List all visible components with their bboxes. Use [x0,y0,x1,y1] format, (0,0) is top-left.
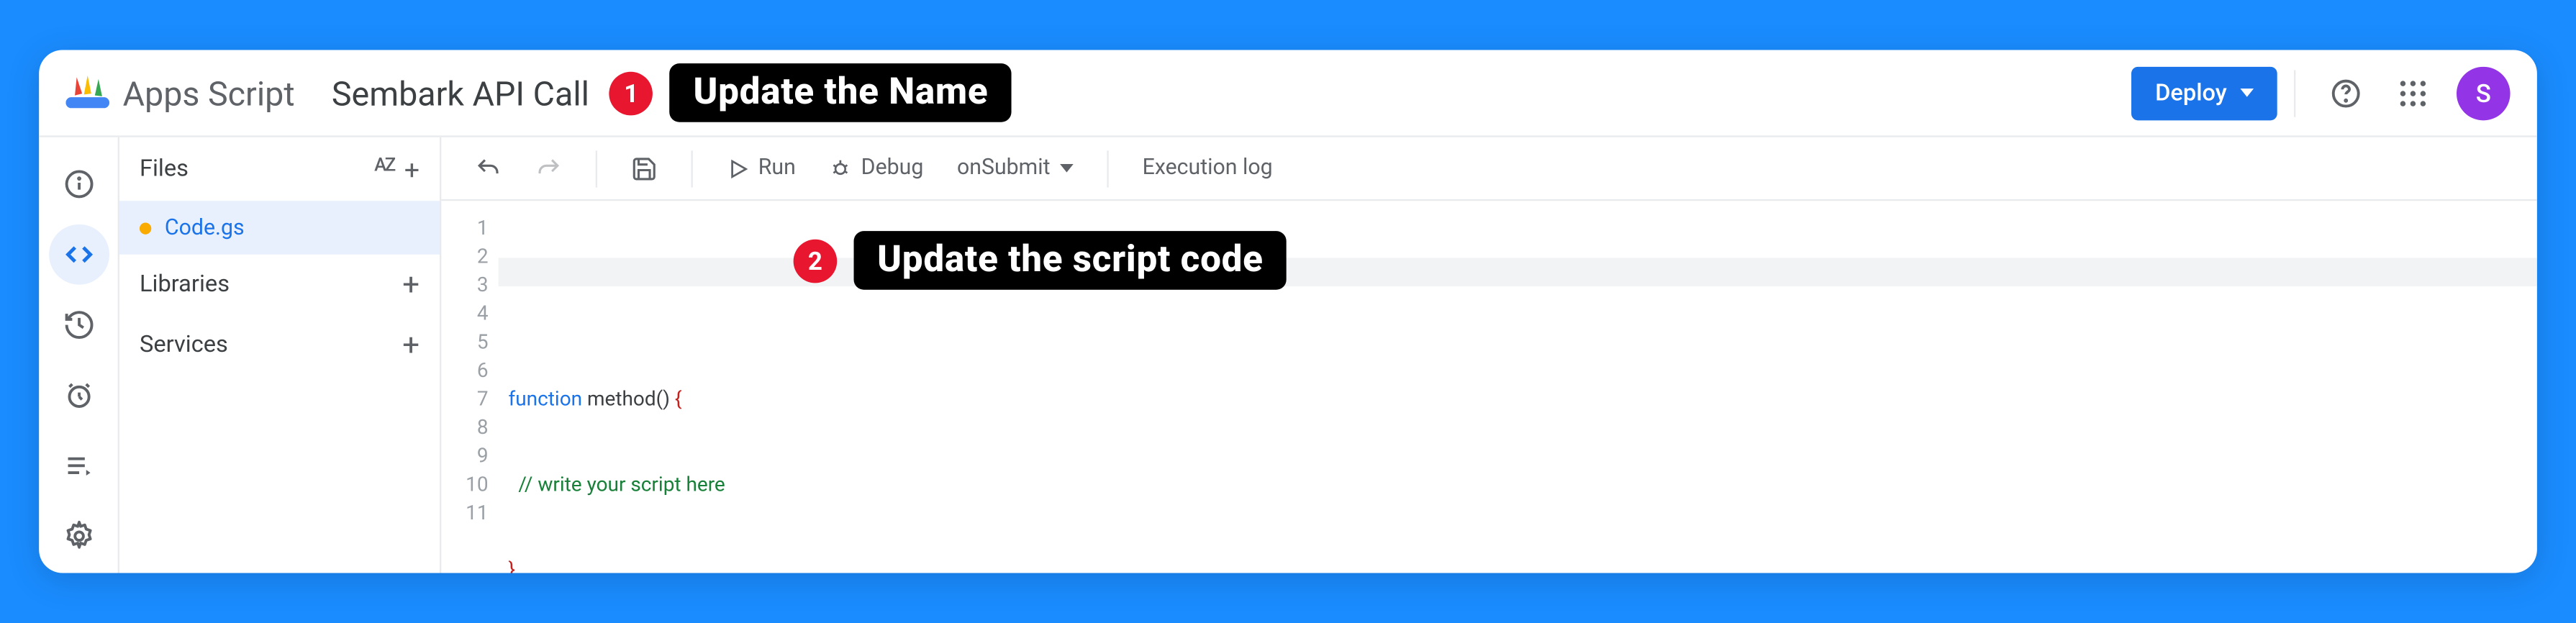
editor-main: Run Debug onSubmit Execution log 1234567… [441,137,2537,573]
debug-label: Debug [861,155,924,181]
files-header: Files AZ + [119,137,440,201]
execution-log-button[interactable]: Execution log [1129,149,1286,188]
file-name: Code.gs [165,215,245,240]
modified-indicator-icon [140,222,151,233]
apps-script-logo[interactable]: Apps Script [65,71,294,115]
annotation-callout-1: Update the Name [670,63,1012,122]
undo-icon [475,155,502,181]
add-service-button[interactable]: + [402,327,419,363]
deploy-button[interactable]: Deploy [2131,66,2277,120]
apps-script-icon [65,71,109,115]
code-icon [62,237,96,271]
nav-triggers[interactable] [48,295,109,355]
debug-button[interactable]: Debug [816,149,937,188]
line-gutter: 1234567891011 [441,201,498,573]
sort-button[interactable]: AZ [374,153,394,185]
user-avatar[interactable]: S [2457,66,2511,120]
list-icon [62,449,96,483]
nav-list[interactable] [48,435,109,496]
annotation-2: 2 Update the script code [794,231,1287,290]
run-label: Run [758,155,796,181]
annotation-callout-2: Update the script code [854,231,1287,290]
body: Files AZ + Code.gs Libraries + Services … [39,137,2537,573]
apps-menu-button[interactable] [2380,59,2446,126]
redo-button[interactable] [522,148,576,188]
gear-icon [62,519,96,553]
function-selected: onSubmit [957,155,1051,181]
play-icon [726,156,750,180]
files-label: Files [140,155,189,182]
save-icon [631,155,658,181]
project-name[interactable]: Sembark API Call [332,73,589,113]
clock-icon [62,378,96,412]
services-label: Services [140,332,228,358]
nav-editor[interactable] [48,224,109,285]
brand-text: Apps Script [123,73,295,113]
editor-toolbar: Run Debug onSubmit Execution log [441,137,2537,201]
help-icon [2329,76,2363,110]
exec-log-label: Execution log [1143,155,1273,181]
nav-rail [39,137,119,573]
history-icon [62,308,96,342]
run-button[interactable]: Run [713,149,809,188]
nav-executions[interactable] [48,365,109,426]
app-window: Apps Script Sembark API Call 1 Update th… [39,50,2537,573]
annotation-badge-1: 1 [609,71,653,115]
code-editor[interactable]: 1234567891011 function method() { // wri… [441,201,2537,573]
files-sidebar: Files AZ + Code.gs Libraries + Services … [119,137,441,573]
info-icon [62,168,96,201]
help-button[interactable] [2313,59,2380,126]
undo-button[interactable] [461,148,515,188]
bug-icon [829,156,853,180]
file-item[interactable]: Code.gs [119,201,440,255]
add-library-button[interactable]: + [402,267,419,302]
libraries-section[interactable]: Libraries + [119,255,440,315]
nav-settings[interactable] [48,506,109,566]
function-select[interactable]: onSubmit [943,149,1087,188]
annotation-badge-2: 2 [794,239,838,283]
topbar: Apps Script Sembark API Call 1 Update th… [39,50,2537,137]
add-file-button[interactable]: + [404,153,419,185]
save-button[interactable] [617,148,671,188]
separator [2294,69,2295,116]
redo-icon [535,155,562,181]
services-section[interactable]: Services + [119,315,440,376]
libraries-label: Libraries [140,271,230,298]
nav-overview[interactable] [48,154,109,214]
apps-grid-icon [2398,78,2428,108]
deploy-label: Deploy [2155,79,2227,106]
